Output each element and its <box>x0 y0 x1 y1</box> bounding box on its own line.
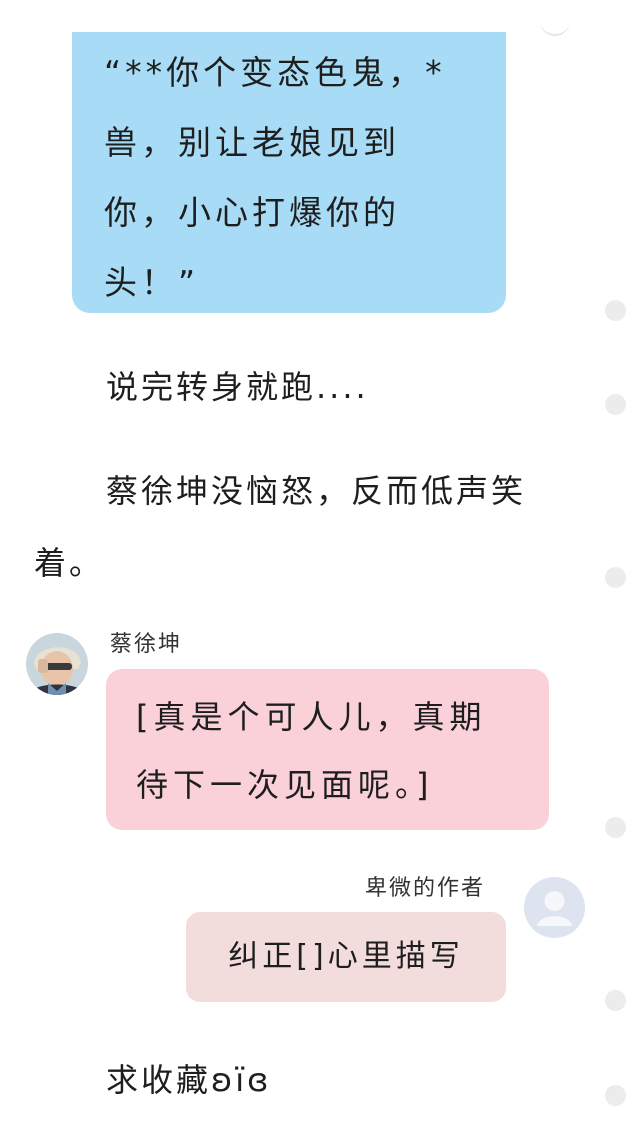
narration-text: 蔡徐坤没恼怒，反而低声笑 <box>106 472 527 510</box>
message-bubble-cai: [真是个可人儿，真期 待下一次见面呢。] <box>106 669 549 830</box>
dialogue-line: 你，小心打爆你的 <box>104 193 400 232</box>
sender-name: 蔡徐坤 <box>110 632 183 657</box>
message-line: 待下一次见面呢。] <box>136 766 434 804</box>
narration-text: 说完转身就跑.... <box>106 368 369 406</box>
cai-xukun-avatar[interactable] <box>26 633 88 695</box>
side-dot <box>605 567 626 588</box>
dialogue-line: 兽，别让老娘见到 <box>104 123 400 162</box>
dialogue-bubble-blue: “**你个变态色鬼，* 兽，别让老娘见到 你，小心打爆你的 头！” <box>72 32 506 313</box>
side-dot <box>605 817 626 838</box>
closing-text: 求收藏ʚïɞ <box>106 1061 272 1099</box>
avatar-photo <box>26 633 88 695</box>
side-dot <box>605 300 626 321</box>
default-avatar-graphic <box>524 877 585 938</box>
dialogue-line: 头！” <box>104 263 200 302</box>
side-dot <box>605 394 626 415</box>
default-avatar-icon[interactable] <box>524 877 585 938</box>
dialogue-line: “**你个变态色鬼，* <box>104 53 446 92</box>
message-line: [真是个可人儿，真期 <box>136 698 487 736</box>
side-dot <box>605 990 626 1011</box>
message-bubble-author: 纠正[]心里描写 <box>186 912 506 1002</box>
top-partial-element <box>540 20 570 36</box>
narration-text: 着。 <box>34 544 105 582</box>
sender-name: 卑微的作者 <box>365 876 486 901</box>
side-dot <box>605 1085 626 1106</box>
